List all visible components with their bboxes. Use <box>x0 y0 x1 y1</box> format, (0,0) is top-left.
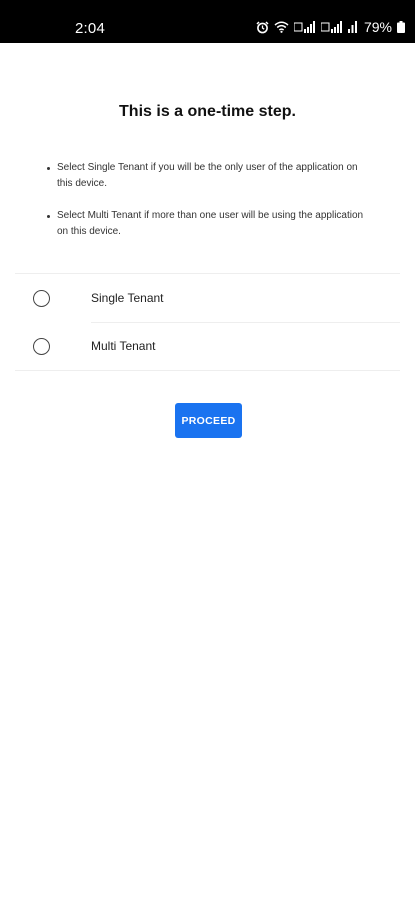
wifi-icon <box>274 21 289 33</box>
option-single-tenant[interactable]: Single Tenant <box>15 274 400 322</box>
battery-icon <box>397 21 405 33</box>
battery-percentage: 79% <box>363 19 392 35</box>
signal-icon <box>320 21 343 33</box>
status-icons: 79% <box>256 19 405 35</box>
alarm-icon <box>256 20 269 34</box>
proceed-button[interactable]: PROCEED <box>175 403 242 438</box>
status-time: 2:04 <box>75 20 105 37</box>
single-tenant-radio[interactable] <box>33 289 50 307</box>
page-title: This is a one-time step. <box>119 103 296 120</box>
multi-tenant-label: Multi Tenant <box>91 339 156 353</box>
option-multi-tenant[interactable]: Multi Tenant <box>15 322 400 370</box>
single-tenant-label: Single Tenant <box>91 291 164 305</box>
signal-icon <box>293 21 316 33</box>
instruction-multi-tenant: Select Multi Tenant if more than one use… <box>46 208 366 240</box>
multi-tenant-radio[interactable] <box>33 337 50 355</box>
instruction-single-tenant: Select Single Tenant if you will be the … <box>46 160 366 192</box>
signal-icon <box>347 21 357 33</box>
tenant-options: Single Tenant Multi Tenant <box>15 273 400 371</box>
status-bar: 2:04 79% <box>0 0 415 43</box>
instructions-list: Select Single Tenant if you will be the … <box>46 160 366 240</box>
